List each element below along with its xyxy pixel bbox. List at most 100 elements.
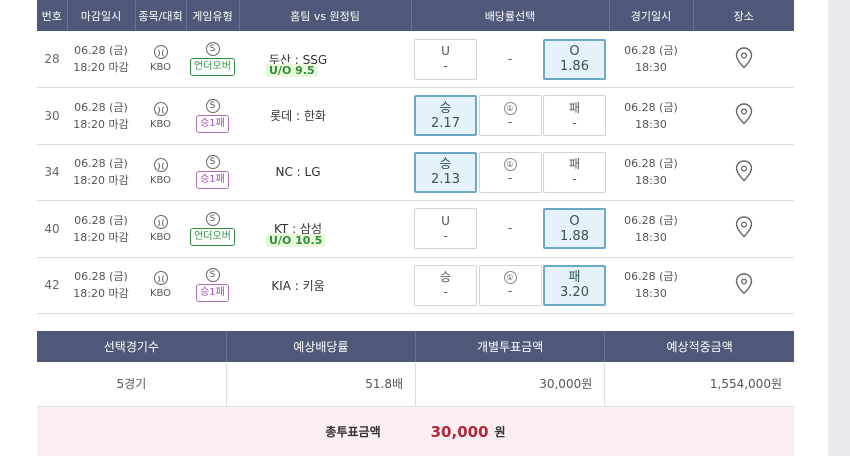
odds-option-value: - <box>507 171 513 186</box>
odds-option-2[interactable]: O 1.86 <box>543 38 606 80</box>
odds-group: 승 2.17 ① - 패 - <box>411 95 609 137</box>
sport-cell: KBO <box>135 200 186 258</box>
odds-option-label: - <box>507 51 513 66</box>
sport-cell: KBO <box>135 257 186 314</box>
odds-option-0[interactable]: 승- <box>414 264 477 306</box>
league-name: KBO <box>149 231 172 243</box>
odds-option-2[interactable]: O 1.88 <box>543 208 606 250</box>
map-pin-icon[interactable] <box>734 46 754 69</box>
game-number: 42 <box>37 257 67 314</box>
table-row: 28 06.28 (금) 18:20 마감 KBO S 언더오버 두산 : SS… <box>37 31 794 88</box>
game-type-cell: S 승1패 <box>186 257 239 314</box>
odds-group: U - - O 1.88 <box>411 208 609 250</box>
odds-option-label: ① <box>503 101 517 115</box>
odds-option-label: - <box>507 221 513 236</box>
map-pin-icon[interactable] <box>734 216 754 238</box>
location-cell <box>693 200 794 258</box>
deadline-time: 18:20 마감 <box>73 117 129 131</box>
odds-option-0[interactable]: U- <box>414 208 477 250</box>
game-type-badge: 언더오버 <box>190 58 235 76</box>
odds-option-label: O <box>569 213 580 229</box>
summary-table: 선택경기수 예상배당률 개별투표금액 예상적중금액 5경기 51.8배 30,0… <box>37 331 794 407</box>
odds-option-0[interactable]: U- <box>414 38 477 80</box>
total-bet-label: 총투표금액 <box>325 425 381 439</box>
baseball-icon <box>153 158 168 173</box>
teams-cell: NC : LG <box>239 144 411 201</box>
game-type-badge: 승1패 <box>196 171 229 190</box>
baseball-icon <box>153 101 168 116</box>
header-teams: 홈팀 vs 원정팀 <box>239 0 412 31</box>
baseball-icon <box>153 214 168 229</box>
map-pin-icon[interactable] <box>734 273 754 295</box>
odds-option-value: 2.17 <box>431 115 460 131</box>
odds-option-label: ① <box>503 158 517 172</box>
header-sport-league: 종목/대회 <box>135 0 187 31</box>
game-time: 18:30 <box>635 117 667 131</box>
map-pin-icon[interactable] <box>734 160 754 182</box>
table-row: 34 06.28 (금) 18:20 마감 KBO S 승1패 NC : LG … <box>37 144 794 201</box>
game-date: 06.28 (금) <box>624 100 678 114</box>
deadline-time: 18:20 마감 <box>73 287 129 301</box>
game-time: 18:30 <box>635 230 667 244</box>
header-location: 장소 <box>693 0 794 31</box>
location-cell <box>693 144 794 201</box>
odds-option-label: 패 <box>568 270 581 286</box>
single-game-icon: S <box>205 268 220 283</box>
odds-option-2[interactable]: 패- <box>543 95 606 137</box>
deadline-cell: 06.28 (금) 18:20 마감 <box>67 31 135 88</box>
odds-option-0[interactable]: 승 2.17 <box>414 95 477 137</box>
map-pin-icon[interactable] <box>734 103 754 125</box>
odds-option-label: ① <box>503 271 517 285</box>
location-cell <box>693 257 794 314</box>
game-number: 34 <box>37 144 67 201</box>
deadline-cell: 06.28 (금) 18:20 마감 <box>67 200 135 258</box>
odds-option-label: U <box>441 213 450 228</box>
total-bet-amount: 30,000 <box>430 422 489 441</box>
odds-option-0[interactable]: 승 2.13 <box>414 151 477 193</box>
game-date: 06.28 (금) <box>624 213 678 227</box>
odds-option-1: - <box>478 38 542 80</box>
odds-option-label: 패 <box>568 157 581 172</box>
game-type-badge: 언더오버 <box>190 227 235 246</box>
game-type-cell: S 언더오버 <box>186 200 239 258</box>
sport-cell: KBO <box>135 31 186 88</box>
deadline-date: 06.28 (금) <box>74 44 128 57</box>
league-name: KBO <box>149 62 172 73</box>
odds-option-2[interactable]: 패 3.20 <box>543 264 606 306</box>
table-row: 42 06.28 (금) 18:20 마감 KBO S 승1패 KIA : 키움… <box>37 257 794 314</box>
location-cell <box>693 31 794 88</box>
deadline-cell: 06.28 (금) 18:20 마감 <box>67 144 135 201</box>
odds-option-2[interactable]: 패- <box>543 151 606 193</box>
odds-option-1[interactable]: ①- <box>478 95 542 137</box>
odds-option-value: 2.13 <box>431 172 460 188</box>
match-teams: 롯데 : 한화 <box>270 109 326 124</box>
game-type-cell: S 승1패 <box>186 144 239 201</box>
game-time-cell: 06.28 (금) 18:30 <box>609 200 693 258</box>
header-deadline: 마감일시 <box>67 0 136 31</box>
odds-option-1[interactable]: ①- <box>478 264 542 306</box>
odds-option-value: - <box>507 114 513 129</box>
odds-group: 승 2.13 ① - 패 - <box>411 151 609 193</box>
game-number: 30 <box>37 87 67 145</box>
game-type-cell: S 승1패 <box>186 87 239 145</box>
odds-option-1[interactable]: ①- <box>478 151 542 193</box>
teams-cell: KIA : 키움 <box>239 257 411 314</box>
odds-option-value: 1.86 <box>560 59 589 74</box>
odds-option-value: - <box>572 115 577 130</box>
betting-slip-panel: 번호 마감일시 종목/대회 게임유형 홈팀 vs 원정팀 배당률선택 경기일시 … <box>0 0 828 456</box>
league-name: KBO <box>149 288 172 300</box>
single-game-icon: S <box>205 42 220 56</box>
summary-header-game-count: 선택경기수 <box>37 331 227 362</box>
game-time-cell: 06.28 (금) 18:30 <box>609 144 693 201</box>
league-name: KBO <box>149 118 172 130</box>
handicap-label: U/O 9.5 <box>266 64 318 77</box>
game-time: 18:30 <box>635 61 667 74</box>
teams-cell: KT : 삼성 U/O 10.5 <box>239 200 411 258</box>
game-time-cell: 06.28 (금) 18:30 <box>609 87 693 145</box>
odds-option-1: - <box>478 208 542 250</box>
header-odds-select: 배당률선택 <box>411 0 610 31</box>
deadline-date: 06.28 (금) <box>74 213 128 227</box>
odds-option-label: 승 <box>439 100 452 116</box>
odds-option-label: 패 <box>568 100 581 115</box>
odds-cell: U - - O 1.86 <box>411 31 609 88</box>
